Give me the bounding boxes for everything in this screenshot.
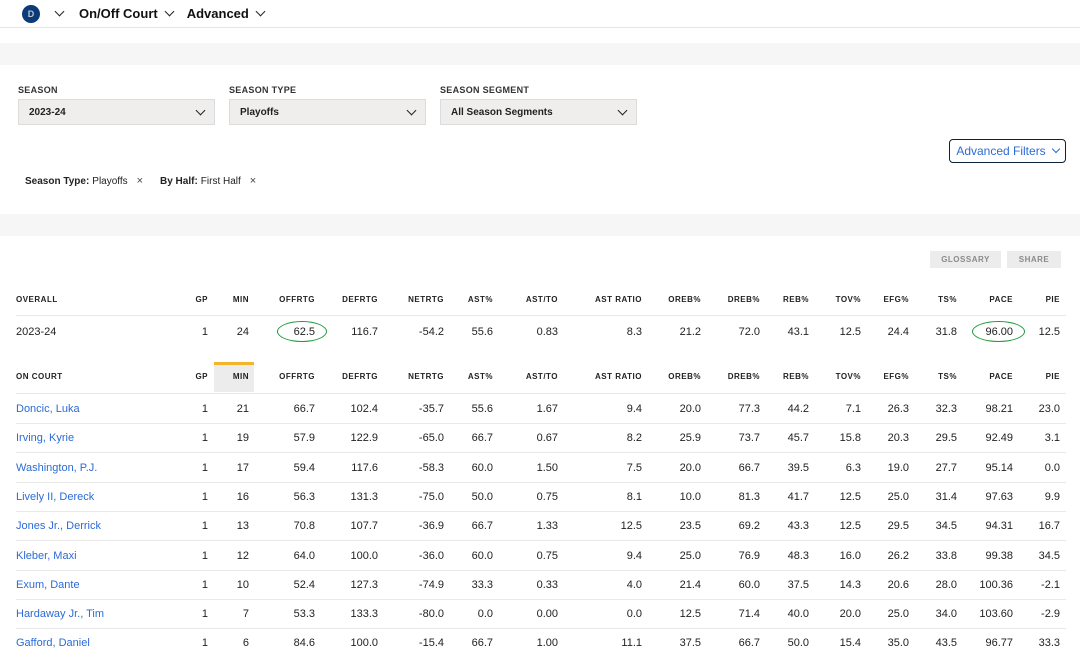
player-link[interactable]: Kleber, Maxi [16, 550, 77, 562]
on-court-cell-ast-pct: 50.0 [471, 491, 493, 503]
on-court-cell-pie: -2.1 [1041, 579, 1060, 591]
overall-header-pie[interactable]: PIE [990, 295, 1060, 304]
overall-cell-ast-pct: 55.6 [471, 326, 493, 338]
on-court-cell-pie: 33.3 [1038, 637, 1060, 649]
overall-header-name: OVERALL [16, 295, 58, 304]
on-court-cell-min: 19 [236, 432, 249, 444]
on-court-cell-ast-to: 1.67 [536, 403, 558, 415]
on-court-header-defrtg[interactable]: DEFRTG [308, 372, 378, 381]
on-court-header-ast-pct[interactable]: AST% [423, 372, 493, 381]
overall-header-ast-pct[interactable]: AST% [423, 295, 493, 304]
on-court-cell-defrtg: 107.7 [350, 520, 378, 532]
player-link[interactable]: Washington, P.J. [16, 462, 97, 474]
on-court-cell-min: 12 [236, 550, 249, 562]
on-court-header-pie[interactable]: PIE [990, 372, 1060, 381]
on-court-cell-defrtg: 127.3 [350, 579, 378, 591]
on-court-cell-ast-to: 0.75 [536, 491, 558, 503]
on-court-cell-offrtg: 59.4 [293, 462, 315, 474]
row-divider [16, 540, 1066, 541]
on-court-header-offrtg[interactable]: OFFRTG [245, 372, 315, 381]
on-court-cell-pie: 3.1 [1044, 432, 1060, 444]
on-court-cell-min: 17 [236, 462, 249, 474]
on-court-cell-offrtg: 84.6 [293, 637, 315, 649]
overall-cell-name: 2023-24 [16, 326, 57, 338]
on-court-cell-ast-pct: 33.3 [471, 579, 493, 591]
highlight-circle-offrtg [277, 321, 327, 342]
overall-cell-ast-to: 0.83 [536, 326, 558, 338]
player-link[interactable]: Exum, Dante [16, 579, 80, 591]
overall-cell-min: 24 [236, 326, 249, 338]
on-court-cell-ast-to: 1.33 [536, 520, 558, 532]
on-court-cell-min: 10 [236, 579, 249, 591]
on-court-cell-ast-to: 0.33 [536, 579, 558, 591]
on-court-cell-pie: 34.5 [1038, 550, 1060, 562]
on-court-cell-defrtg: 131.3 [350, 491, 378, 503]
on-court-cell-ast-pct: 55.6 [471, 403, 493, 415]
player-link[interactable]: Hardaway Jr., Tim [16, 608, 104, 620]
on-court-cell-min: 16 [236, 491, 249, 503]
row-divider [16, 570, 1066, 571]
on-court-cell-defrtg: 100.0 [350, 637, 378, 649]
overall-header-ast-to[interactable]: AST/TO [488, 295, 558, 304]
on-court-header-name: ON COURT [16, 372, 63, 381]
on-court-cell-ast-to: 0.75 [536, 550, 558, 562]
player-link[interactable]: Doncic, Luka [16, 403, 80, 415]
row-divider [16, 423, 1066, 424]
on-court-cell-offrtg: 70.8 [293, 520, 315, 532]
row-divider [16, 511, 1066, 512]
on-court-cell-ast-pct: 60.0 [471, 462, 493, 474]
on-court-cell-pie: 0.0 [1044, 462, 1060, 474]
row-divider [16, 315, 1066, 316]
on-court-cell-defrtg: 122.9 [350, 432, 378, 444]
on-court-cell-defrtg: 102.4 [350, 403, 378, 415]
on-court-cell-offrtg: 52.4 [293, 579, 315, 591]
on-court-cell-ast-pct: 60.0 [471, 550, 493, 562]
on-court-cell-pie: 9.9 [1044, 491, 1060, 503]
on-court-cell-offrtg: 64.0 [293, 550, 315, 562]
on-court-cell-min: 13 [236, 520, 249, 532]
on-court-cell-ast-to: 0.00 [536, 608, 558, 620]
player-link[interactable]: Irving, Kyrie [16, 432, 74, 444]
on-court-cell-ast-to: 1.50 [536, 462, 558, 474]
on-court-cell-defrtg: 133.3 [350, 608, 378, 620]
overall-header-defrtg[interactable]: DEFRTG [308, 295, 378, 304]
on-court-cell-offrtg: 66.7 [293, 403, 315, 415]
highlight-circle-pace [972, 321, 1025, 342]
on-court-cell-ast-to: 0.67 [536, 432, 558, 444]
on-court-cell-pie: 23.0 [1038, 403, 1060, 415]
row-divider [16, 452, 1066, 453]
on-court-cell-offrtg: 56.3 [293, 491, 315, 503]
on-court-cell-ast-pct: 66.7 [471, 637, 493, 649]
on-court-cell-offrtg: 57.9 [293, 432, 315, 444]
on-court-cell-defrtg: 117.6 [351, 462, 378, 474]
on-court-cell-min: 21 [236, 403, 249, 415]
on-court-header-ast-to[interactable]: AST/TO [488, 372, 558, 381]
player-link[interactable]: Jones Jr., Derrick [16, 520, 101, 532]
overall-header-min[interactable]: MIN [179, 295, 249, 304]
row-divider [16, 628, 1066, 629]
on-court-cell-ast-to: 1.00 [536, 637, 558, 649]
row-divider [16, 393, 1066, 394]
on-court-cell-defrtg: 100.0 [350, 550, 378, 562]
on-court-header-min[interactable]: MIN [179, 372, 249, 381]
on-court-cell-ast-pct: 0.0 [477, 608, 493, 620]
overall-header-offrtg[interactable]: OFFRTG [245, 295, 315, 304]
on-court-cell-pie: 16.7 [1038, 520, 1060, 532]
player-link[interactable]: Lively II, Dereck [16, 491, 94, 503]
on-court-cell-ast-pct: 66.7 [471, 432, 493, 444]
on-court-cell-pie: -2.9 [1041, 608, 1060, 620]
row-divider [16, 482, 1066, 483]
on-court-cell-offrtg: 53.3 [293, 608, 315, 620]
row-divider [16, 599, 1066, 600]
on-court-cell-ast-pct: 66.7 [471, 520, 493, 532]
on-off-stats-table: OVERALL GP MIN OFFRTG DEFRTG NETRTG AST% AST/TO… [0, 0, 1080, 657]
on-court-cell-min: 6 [242, 637, 249, 649]
on-court-cell-min: 7 [242, 608, 249, 620]
player-link[interactable]: Gafford, Daniel [16, 637, 90, 649]
